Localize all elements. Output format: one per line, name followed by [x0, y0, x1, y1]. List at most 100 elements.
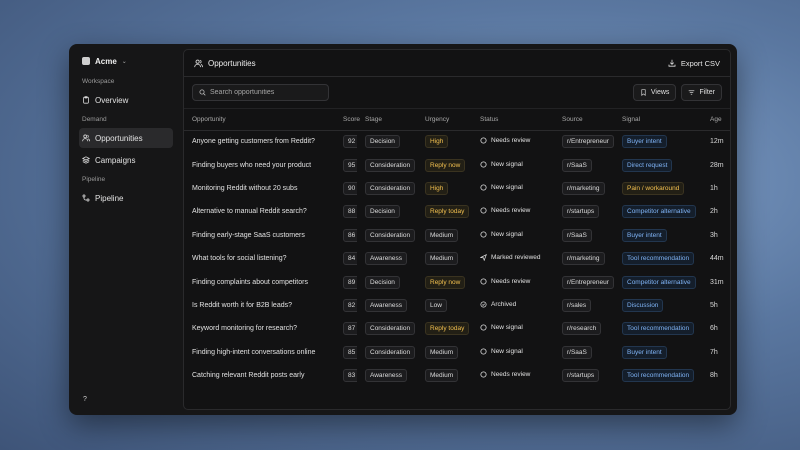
opportunity-title[interactable]: What tools for social listening?	[184, 247, 335, 270]
table-row[interactable]: Finding high-intent conversations online…	[184, 341, 730, 364]
score-cell: 85	[335, 341, 357, 364]
stage-badge: Consideration	[365, 181, 416, 195]
opportunity-title[interactable]: Keyword monitoring for research?	[184, 317, 335, 340]
table-row[interactable]: Anyone getting customers from Reddit? 92 D…	[184, 130, 730, 153]
urgency-badge: High	[425, 181, 449, 195]
table-body: Anyone getting customers from Reddit? 92 D…	[184, 130, 730, 387]
section-label-demand: Demand	[82, 116, 107, 123]
table-header-row: Opportunity Score Stage Urgency Status S…	[184, 109, 730, 131]
opportunity-title[interactable]: Finding complaints about competitors	[184, 270, 335, 293]
stage-badge: Decision	[365, 135, 400, 149]
send-icon	[480, 254, 487, 262]
source-cell: r/Entrepreneur	[554, 130, 614, 153]
sidebar-item-pipeline[interactable]: Pipeline	[79, 188, 173, 208]
table-row[interactable]: What tools for social listening? 84 Awaren…	[184, 247, 730, 270]
help-button[interactable]: ?	[83, 396, 87, 403]
sidebar-item-label: Overview	[95, 95, 129, 105]
source-badge: r/startups	[562, 369, 600, 383]
status-cell: New signal	[472, 224, 554, 247]
app-window: Acme ⌄ Workspace Overview Demand Opportu…	[69, 44, 737, 415]
status-cell: New signal	[472, 153, 554, 176]
table-row[interactable]: Monitoring Reddit without 20 subs 90 Consi…	[184, 177, 730, 200]
column-header-signal[interactable]: Signal	[614, 109, 702, 131]
stage-cell: Consideration	[357, 224, 417, 247]
urgency-cell: Medium	[417, 247, 472, 270]
main-panel: Opportunities Export CSV Views Filter	[183, 49, 731, 410]
urgency-badge: Reply now	[425, 158, 466, 172]
opportunity-title[interactable]: Alternative to manual Reddit search?	[184, 200, 335, 223]
toolbar-actions: Views Filter	[632, 84, 722, 101]
search-input[interactable]	[210, 89, 320, 96]
stage-badge: Decision	[365, 275, 400, 289]
urgency-cell: High	[417, 177, 472, 200]
users-icon	[82, 134, 90, 142]
signal-badge: Tool recommendation	[622, 369, 695, 383]
score-badge: 86	[343, 228, 357, 242]
opportunity-title[interactable]: Finding early-stage SaaS customers	[184, 224, 335, 247]
age-cell: 8h	[710, 372, 718, 380]
export-csv-button[interactable]: Export CSV	[668, 59, 720, 68]
search-icon	[199, 89, 206, 96]
circle-icon	[480, 324, 487, 331]
table-row[interactable]: Alternative to manual Reddit search? 88 De…	[184, 200, 730, 223]
table-row[interactable]: Is Reddit worth it for B2B leads? 82 Aware…	[184, 294, 730, 317]
table-row[interactable]: Keyword monitoring for research? 87 Consid…	[184, 317, 730, 340]
stage-badge: Consideration	[365, 228, 416, 242]
status-cell: Needs review	[472, 130, 554, 153]
status-indicator: Needs review	[480, 371, 530, 378]
column-header-score[interactable]: Score	[335, 109, 360, 131]
signal-cell: Buyer intent	[614, 224, 702, 247]
column-header-stage[interactable]: Stage	[357, 109, 417, 131]
filter-button[interactable]: Filter	[681, 84, 722, 101]
opportunity-title[interactable]: Monitoring Reddit without 20 subs	[184, 177, 335, 200]
opportunity-title[interactable]: Finding buyers who need your product	[184, 153, 335, 176]
column-header-age[interactable]: Age	[702, 109, 730, 131]
sidebar-item-overview[interactable]: Overview	[79, 90, 173, 110]
status-indicator: New signal	[480, 161, 523, 168]
status-label: Needs review	[491, 207, 531, 215]
column-header-opportunity[interactable]: Opportunity	[184, 109, 335, 131]
score-cell: 83	[335, 364, 357, 387]
source-badge: r/marketing	[562, 252, 605, 266]
signal-badge: Competitor alternative	[622, 205, 696, 219]
column-header-source[interactable]: Source	[554, 109, 614, 131]
source-badge: r/research	[562, 322, 602, 336]
status-label: New signal	[491, 324, 523, 332]
source-cell: r/marketing	[554, 247, 614, 270]
column-header-status[interactable]: Status	[472, 109, 554, 131]
export-csv-label: Export CSV	[680, 58, 720, 68]
opportunity-title[interactable]: Is Reddit worth it for B2B leads?	[184, 294, 335, 317]
age-cell: 12m	[710, 138, 724, 146]
status-label: New signal	[491, 347, 523, 355]
source-badge: r/Entrepreneur	[562, 275, 614, 289]
sidebar-item-label: Campaigns	[95, 155, 136, 165]
table-row[interactable]: Finding complaints about competitors 89 De…	[184, 270, 730, 293]
sidebar-item-opportunities[interactable]: Opportunities	[79, 128, 173, 148]
circle-icon	[480, 277, 487, 285]
status-cell: New signal	[472, 317, 554, 340]
score-cell: 90	[335, 177, 357, 200]
score-badge: 82	[343, 298, 357, 312]
status-cell: Marked reviewed	[472, 247, 554, 270]
score-cell: 89	[335, 270, 357, 293]
status-label: Needs review	[491, 371, 531, 379]
signal-badge: Tool recommendation	[622, 322, 695, 336]
urgency-cell: Reply today	[417, 200, 472, 223]
search-box[interactable]	[192, 84, 329, 101]
views-button[interactable]: Views	[632, 84, 677, 101]
opportunity-title[interactable]: Anyone getting customers from Reddit?	[184, 130, 335, 153]
opportunity-title[interactable]: Catching relevant Reddit posts early	[184, 364, 335, 387]
status-indicator: Needs review	[480, 207, 530, 214]
opportunity-title[interactable]: Finding high-intent conversations online	[184, 341, 335, 364]
column-header-urgency[interactable]: Urgency	[417, 109, 472, 131]
source-cell: r/research	[554, 317, 614, 340]
table-row[interactable]: Catching relevant Reddit posts early 83 Aw…	[184, 364, 730, 387]
sidebar-item-campaigns[interactable]: Campaigns	[79, 150, 173, 170]
status-label: Marked reviewed	[491, 254, 541, 262]
score-badge: 89	[343, 275, 357, 289]
stage-cell: Decision	[357, 200, 417, 223]
workspace-switcher[interactable]: Acme ⌄	[79, 54, 173, 68]
table-row[interactable]: Finding buyers who need your product 95 Co…	[184, 153, 730, 176]
table-row[interactable]: Finding early-stage SaaS customers 86 Cons…	[184, 224, 730, 247]
source-badge: r/marketing	[562, 181, 605, 195]
